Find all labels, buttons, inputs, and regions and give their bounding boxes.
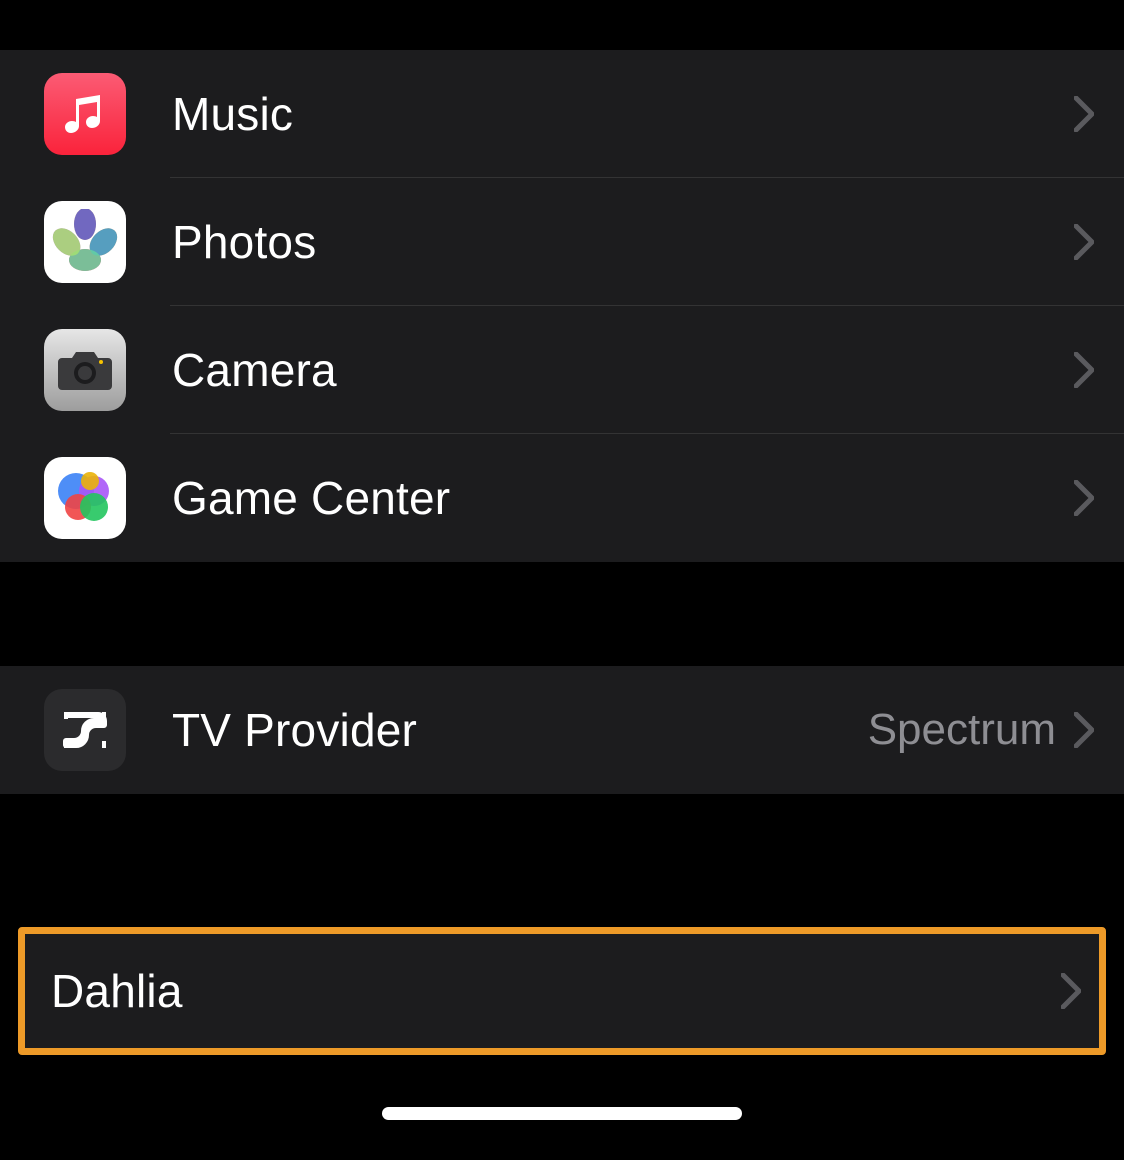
settings-row-photos[interactable]: Photos bbox=[0, 178, 1124, 306]
photos-icon bbox=[44, 201, 126, 283]
settings-group-tv: TV Provider Spectrum bbox=[0, 666, 1124, 794]
section-gap bbox=[0, 794, 1124, 924]
chevron-right-icon bbox=[1074, 352, 1094, 388]
music-icon bbox=[44, 73, 126, 155]
settings-row-dahlia[interactable]: Dahlia bbox=[25, 934, 1099, 1048]
highlight-border: Dahlia bbox=[18, 927, 1106, 1055]
settings-row-gamecenter[interactable]: Game Center bbox=[0, 434, 1124, 562]
chevron-right-icon bbox=[1074, 224, 1094, 260]
tvprovider-icon bbox=[44, 689, 126, 771]
chevron-right-icon bbox=[1074, 480, 1094, 516]
settings-group-media: Music bbox=[0, 50, 1124, 562]
status-bar-gap bbox=[0, 0, 1124, 50]
settings-row-label: Camera bbox=[172, 343, 1074, 397]
section-gap bbox=[0, 562, 1124, 666]
settings-row-music[interactable]: Music bbox=[0, 50, 1124, 178]
settings-row-label: Game Center bbox=[172, 471, 1074, 525]
home-indicator[interactable] bbox=[382, 1107, 742, 1120]
settings-row-value: Spectrum bbox=[868, 705, 1056, 755]
settings-row-label: TV Provider bbox=[172, 703, 868, 757]
settings-row-label: Music bbox=[172, 87, 1074, 141]
camera-icon bbox=[44, 329, 126, 411]
highlight-annotation: Dahlia bbox=[0, 924, 1124, 1058]
settings-row-label: Photos bbox=[172, 215, 1074, 269]
gamecenter-icon bbox=[44, 457, 126, 539]
settings-row-tvprovider[interactable]: TV Provider Spectrum bbox=[0, 666, 1124, 794]
chevron-right-icon bbox=[1074, 712, 1094, 748]
settings-row-camera[interactable]: Camera bbox=[0, 306, 1124, 434]
settings-screen: Music bbox=[0, 0, 1124, 1160]
chevron-right-icon bbox=[1061, 973, 1081, 1009]
settings-row-label: Dahlia bbox=[51, 964, 1061, 1018]
chevron-right-icon bbox=[1074, 96, 1094, 132]
